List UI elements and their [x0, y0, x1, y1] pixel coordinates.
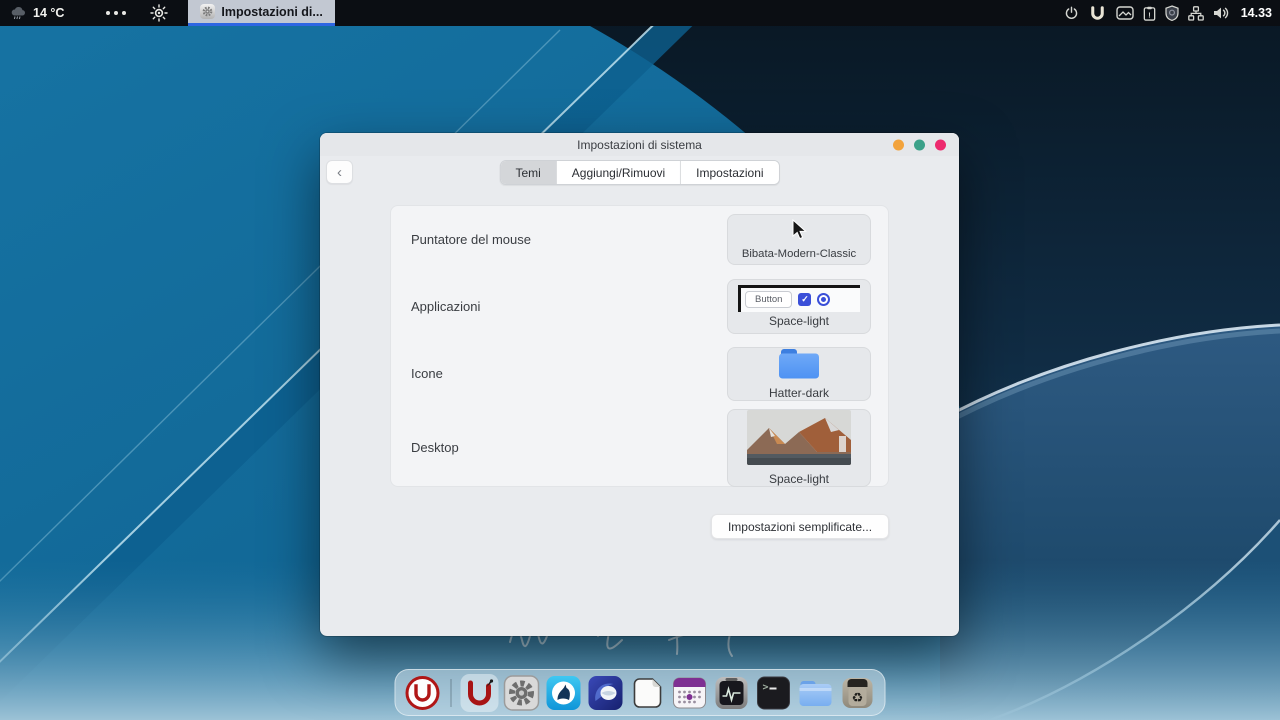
- svg-text:!: !: [1148, 10, 1151, 19]
- gear-icon: [200, 4, 215, 19]
- window-nav-row: ‹ Temi Aggiungi/Rimuovi Impostazioni: [320, 156, 959, 192]
- tab-aggiungi-rimuovi[interactable]: Aggiungi/Rimuovi: [557, 161, 681, 184]
- tab-bar: Temi Aggiungi/Rimuovi Impostazioni: [499, 160, 779, 185]
- preview-radio-icon: [817, 293, 830, 306]
- gtk-theme-name: Space-light: [769, 314, 829, 328]
- storm-cloud-icon: [10, 6, 27, 20]
- row-label: Desktop: [411, 440, 459, 455]
- blue-folder-icon: [779, 348, 819, 384]
- power-icon[interactable]: [1064, 6, 1079, 21]
- maximize-button[interactable]: [914, 139, 925, 150]
- back-button[interactable]: ‹: [326, 160, 353, 184]
- shield-icon[interactable]: [1165, 5, 1179, 21]
- clock[interactable]: 14.33: [1241, 6, 1272, 20]
- dock-trash-icon[interactable]: ♻: [839, 674, 877, 712]
- tab-temi[interactable]: Temi: [500, 161, 556, 184]
- preview-checkbox-icon: ✓: [798, 293, 811, 306]
- window-title: Impostazioni di sistema: [577, 138, 702, 152]
- active-window-tab[interactable]: Impostazioni di...: [188, 0, 334, 26]
- wallpaper-card[interactable]: Space-light: [727, 409, 871, 487]
- themes-panel: Puntatore del mouse Bibata-Modern-Classi…: [390, 205, 889, 487]
- window-titlebar[interactable]: Impostazioni di sistema: [320, 133, 959, 156]
- row-label: Applicazioni: [411, 299, 480, 314]
- clipboard-alert-icon[interactable]: !: [1143, 6, 1156, 21]
- icon-theme-card[interactable]: Hatter-dark: [727, 347, 871, 401]
- dock-system-monitor-icon[interactable]: [713, 674, 751, 712]
- svg-text:♻: ♻: [852, 690, 864, 705]
- chevron-left-icon: ‹: [337, 164, 342, 181]
- mountain-wallpaper-thumbnail: [747, 410, 851, 470]
- dock-mail-icon[interactable]: [587, 674, 625, 712]
- cursor-theme-card[interactable]: Bibata-Modern-Classic: [727, 214, 871, 265]
- dock-uruk-launcher-icon[interactable]: [404, 674, 442, 712]
- network-icon[interactable]: [1188, 6, 1204, 21]
- minimize-button[interactable]: [893, 139, 904, 150]
- dock-system-settings-icon[interactable]: [503, 674, 541, 712]
- screenshot-icon[interactable]: [1116, 6, 1134, 20]
- row-label: Puntatore del mouse: [411, 232, 531, 247]
- dock-uruk-editor-icon[interactable]: [461, 674, 499, 712]
- tab-impostazioni[interactable]: Impostazioni: [681, 161, 778, 184]
- dock-terminal-icon[interactable]: >: [755, 674, 793, 712]
- row-mouse-pointer: Puntatore del mouse Bibata-Modern-Classi…: [391, 206, 888, 272]
- cursor-theme-name: Bibata-Modern-Classic: [742, 248, 856, 260]
- volume-icon[interactable]: [1213, 6, 1230, 20]
- svg-text:>: >: [763, 682, 769, 693]
- active-window-tab-label: Impostazioni di...: [221, 5, 322, 19]
- weather-widget[interactable]: 14 °C: [10, 6, 64, 20]
- settings-window: Impostazioni di sistema ‹ Temi Aggiungi/…: [320, 133, 959, 636]
- dock-web-browser-icon[interactable]: [545, 674, 583, 712]
- brightness-sun-icon[interactable]: [150, 4, 168, 22]
- dock-separator: [451, 679, 452, 707]
- cursor-arrow-icon: [791, 219, 808, 246]
- uruk-logo-icon[interactable]: [1088, 4, 1107, 23]
- dock: > ♻: [395, 669, 886, 716]
- wallpaper-theme-name: Space-light: [769, 472, 829, 486]
- dock-document-icon[interactable]: [629, 674, 667, 712]
- weather-temp: 14 °C: [33, 6, 64, 20]
- simplified-settings-button[interactable]: Impostazioni semplificate...: [711, 514, 889, 539]
- three-dots-icon[interactable]: [106, 11, 126, 15]
- preview-button: Button: [745, 291, 792, 308]
- top-menubar: 14 °C Impostazioni di: [0, 0, 1280, 26]
- dock-calendar-icon[interactable]: [671, 674, 709, 712]
- row-label: Icone: [411, 366, 443, 381]
- close-button[interactable]: [935, 139, 946, 150]
- gtk-widgets-preview: Button ✓: [738, 285, 860, 312]
- dock-file-manager-icon[interactable]: [797, 674, 835, 712]
- gtk-theme-card[interactable]: Button ✓ Space-light: [727, 279, 871, 334]
- row-icons: Icone Hatter-dark: [391, 340, 888, 407]
- row-desktop: Desktop Space-light: [391, 407, 888, 488]
- icon-theme-name: Hatter-dark: [769, 386, 829, 400]
- row-applications: Applicazioni Button ✓ Space-light: [391, 272, 888, 340]
